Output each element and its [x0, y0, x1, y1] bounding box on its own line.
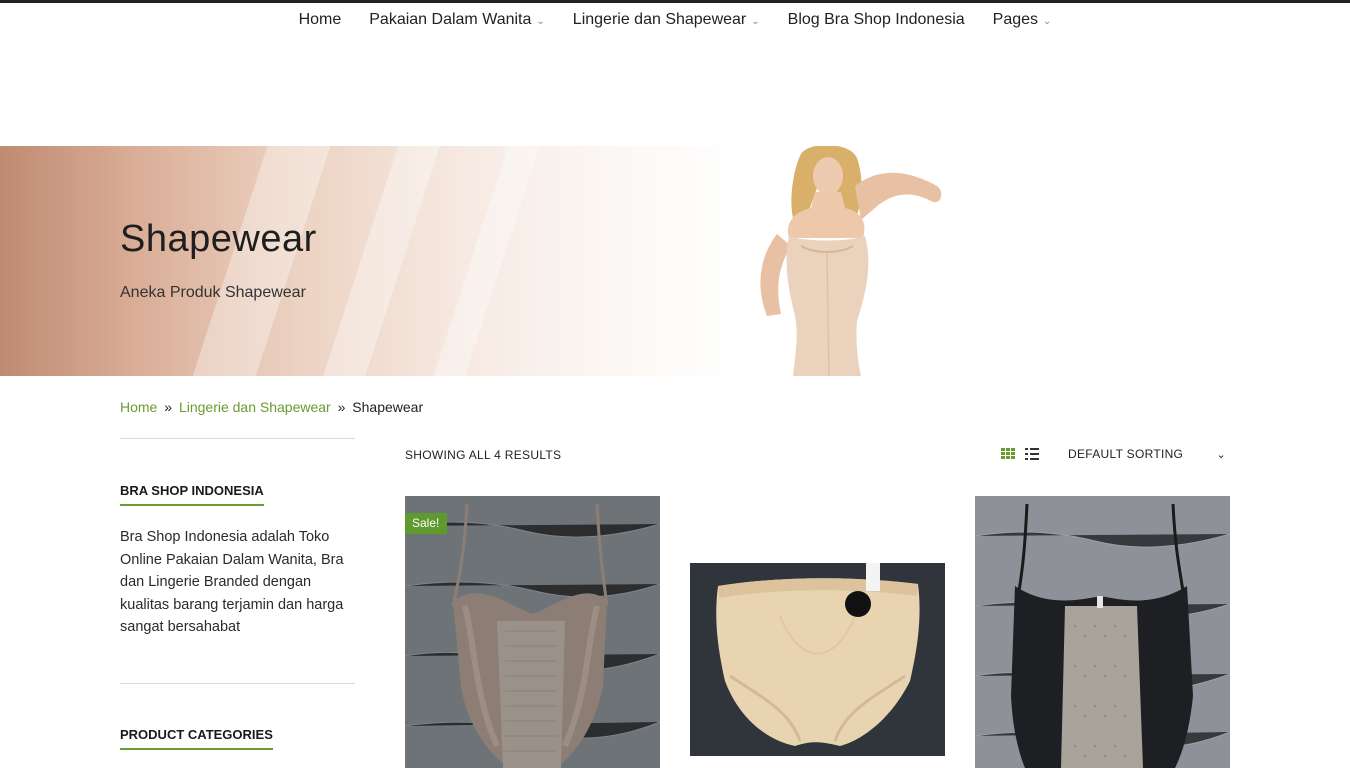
- result-count: SHOWING ALL 4 RESULTS: [405, 448, 562, 462]
- banner-model-image: [760, 146, 942, 376]
- widget-about: BRA SHOP INDONESIA: [120, 482, 264, 506]
- product-card[interactable]: [975, 496, 1230, 768]
- nav-item-pakaian-dalam-wanita[interactable]: Pakaian Dalam Wanita ⌄: [355, 11, 559, 29]
- breadcrumb-separator: »: [337, 399, 346, 415]
- nav-item-label: Lingerie dan Shapewear: [572, 11, 747, 28]
- grid-view-icon[interactable]: [1001, 448, 1015, 460]
- chevron-down-icon: ⌄: [1216, 448, 1226, 461]
- chevron-down-icon: ⌄: [536, 15, 545, 27]
- product-image: [690, 496, 945, 768]
- nav-item-blog[interactable]: Blog Bra Shop Indonesia: [774, 11, 979, 29]
- banner-light-streak: [182, 146, 338, 376]
- sorting-label: DEFAULT SORTING: [1068, 447, 1184, 461]
- widget-title: PRODUCT CATEGORIES: [120, 727, 273, 750]
- page-subtitle: Aneka Produk Shapewear: [120, 284, 306, 301]
- nav-item-label: Home: [298, 11, 342, 28]
- chevron-down-icon: ⌄: [751, 15, 760, 27]
- chevron-down-icon: ⌄: [1043, 15, 1052, 27]
- hero-banner: Shapewear Aneka Produk Shapewear: [0, 146, 1350, 376]
- nav-item-home[interactable]: Home: [285, 11, 356, 29]
- nav-item-pages[interactable]: Pages ⌄: [979, 11, 1066, 29]
- widget-about-text: Bra Shop Indonesia adalah Toko Online Pa…: [120, 529, 344, 635]
- widget-product-categories: PRODUCT CATEGORIES: [120, 726, 273, 750]
- breadcrumb-separator: »: [164, 399, 173, 415]
- main-navigation: Home Pakaian Dalam Wanita ⌄ Lingerie dan…: [0, 3, 1350, 37]
- sale-badge: Sale!: [405, 513, 448, 534]
- breadcrumb: Home » Lingerie dan Shapewear » Shapewea…: [120, 399, 423, 415]
- banner-light-streak: [421, 146, 549, 376]
- page-title: Shapewear: [120, 218, 317, 260]
- sidebar: BRA SHOP INDONESIA Bra Shop Indonesia ad…: [120, 438, 355, 750]
- product-image: [405, 496, 660, 768]
- sidebar-divider: [120, 438, 355, 439]
- banner-light-streak: [311, 146, 449, 376]
- nav-item-label: Pakaian Dalam Wanita: [369, 11, 532, 28]
- breadcrumb-link-home[interactable]: Home: [120, 399, 157, 415]
- sidebar-divider: [120, 683, 355, 684]
- sorting-select[interactable]: DEFAULT SORTING ⌄: [1060, 442, 1230, 466]
- list-view-icon[interactable]: [1025, 448, 1039, 460]
- breadcrumb-current: Shapewear: [352, 399, 424, 415]
- product-image: [975, 496, 1230, 768]
- product-card[interactable]: [690, 496, 945, 768]
- nav-item-label: Blog Bra Shop Indonesia: [787, 11, 965, 28]
- nav-item-label: Pages: [992, 11, 1039, 28]
- nav-item-lingerie-dan-shapewear[interactable]: Lingerie dan Shapewear ⌄: [559, 11, 774, 29]
- product-card[interactable]: Sale!: [405, 496, 660, 768]
- widget-title: BRA SHOP INDONESIA: [120, 483, 264, 506]
- breadcrumb-link-lingerie[interactable]: Lingerie dan Shapewear: [179, 399, 331, 415]
